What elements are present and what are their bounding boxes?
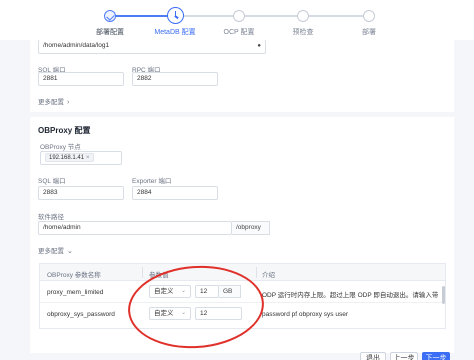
step-done-check-icon (104, 10, 116, 22)
param-mode-select[interactable]: 自定义 ⌄ (149, 307, 191, 320)
step-pending-dot-icon (233, 10, 245, 22)
more-config-label: 更多配置 (38, 99, 64, 106)
clear-icon[interactable]: ● (257, 40, 261, 52)
chevron-down-icon: ⌄ (67, 248, 73, 255)
param-unit: GB (219, 285, 241, 298)
sql-port-input[interactable]: 2881 (38, 72, 124, 86)
chevron-down-icon: ⌄ (180, 310, 186, 316)
more-config-toggle[interactable]: 更多配置 › (38, 96, 69, 106)
software-path-input[interactable]: /home/admin (38, 221, 232, 235)
param-name: obproxy_sys_password (47, 311, 115, 318)
rpc-port-input[interactable]: 2882 (132, 72, 218, 86)
table-row: proxy_mem_limited 自定义 ⌄ 12 GB ODP 运行时内存上… (40, 281, 445, 303)
step-label-precheck: 预检查 (292, 29, 314, 36)
step-label-deploy: 部署 (362, 29, 376, 36)
param-mode-value: 自定义 (154, 288, 174, 295)
obproxy-params-table: OBProxy 参数名称 参数值 介绍 proxy_mem_limited 自定… (39, 263, 446, 329)
exporter-port-input[interactable]: 2884 (132, 186, 218, 200)
param-value-input[interactable]: 12 (195, 307, 242, 320)
step-connector (308, 15, 365, 17)
table-scrollbar[interactable] (442, 286, 445, 304)
table-header: OBProxy 参数名称 参数值 介绍 (40, 264, 445, 281)
param-value-input[interactable]: 12 (195, 285, 219, 298)
log-path-select[interactable]: /home/admin/data/log1 ● (38, 40, 266, 54)
param-mode-value: 自定义 (154, 310, 174, 317)
step-label-deploy-config: 部署配置 (96, 29, 124, 36)
obproxy-config-card: OBProxy 配置 OBProxy 节点 192.168.1.41 × SQL … (30, 117, 454, 353)
param-description: password pf obproxy sys user (262, 311, 348, 318)
node-tag-label: 192.168.1.41 (49, 155, 85, 161)
progress-stepper: 部署配置 MetaDB 配置 OCP 配置 预检查 部署 (0, 0, 474, 40)
obproxy-more-config-label: 更多配置 (38, 248, 64, 255)
step-pending-dot-icon (297, 10, 309, 22)
param-name: proxy_mem_limited (47, 289, 104, 296)
software-path-suffix: /obproxy (232, 221, 270, 235)
step-label-ocp-config: OCP 配置 (223, 29, 255, 36)
software-path-label: 软件路径 (38, 214, 64, 221)
obproxy-section-title: OBProxy 配置 (38, 126, 91, 135)
step-connector (182, 15, 238, 17)
obproxy-nodes-label: OBProxy 节点 (40, 144, 81, 151)
log-path-value: /home/admin/data/log1 (43, 42, 110, 49)
obproxy-sql-port-label: SQL 端口 (38, 178, 66, 185)
column-header-param-value: 参数值 (149, 272, 169, 279)
metadb-config-card: /home/admin/data/log1 ● SQL 端口 2881 RPC … (30, 40, 454, 112)
chevron-right-icon: › (67, 99, 70, 106)
next-step-button[interactable]: 下一步 (422, 352, 450, 360)
table-row: obproxy_sys_password 自定义 ⌄ 12 password p… (40, 303, 445, 325)
param-description: ODP 运行时内存上限。超过上限 ODP 即自动退出。请输入带容... (262, 292, 438, 299)
column-header-description: 介绍 (262, 272, 275, 279)
chevron-down-icon: ⌄ (180, 288, 186, 294)
step-pending-dot-icon (363, 10, 375, 22)
obproxy-sql-port-input[interactable]: 2883 (38, 186, 124, 200)
obproxy-more-config-toggle[interactable]: 更多配置 ⌄ (38, 245, 73, 255)
exporter-port-label: Exporter 端口 (132, 178, 172, 185)
column-divider (142, 267, 143, 278)
step-label-metadb-config: MetaDB 配置 (154, 29, 196, 36)
column-divider (256, 267, 257, 278)
close-icon[interactable]: × (86, 155, 90, 161)
prev-step-button[interactable]: 上一步 (390, 352, 418, 360)
node-tag: 192.168.1.41 × (45, 153, 94, 162)
step-connector (115, 15, 169, 17)
exit-button[interactable]: 退出 (360, 352, 386, 360)
step-active-clock-icon (167, 7, 184, 24)
column-header-param-name: OBProxy 参数名称 (47, 272, 101, 279)
obproxy-nodes-select[interactable]: 192.168.1.41 × (40, 151, 122, 165)
step-connector (244, 15, 302, 17)
param-mode-select[interactable]: 自定义 ⌄ (149, 285, 191, 298)
